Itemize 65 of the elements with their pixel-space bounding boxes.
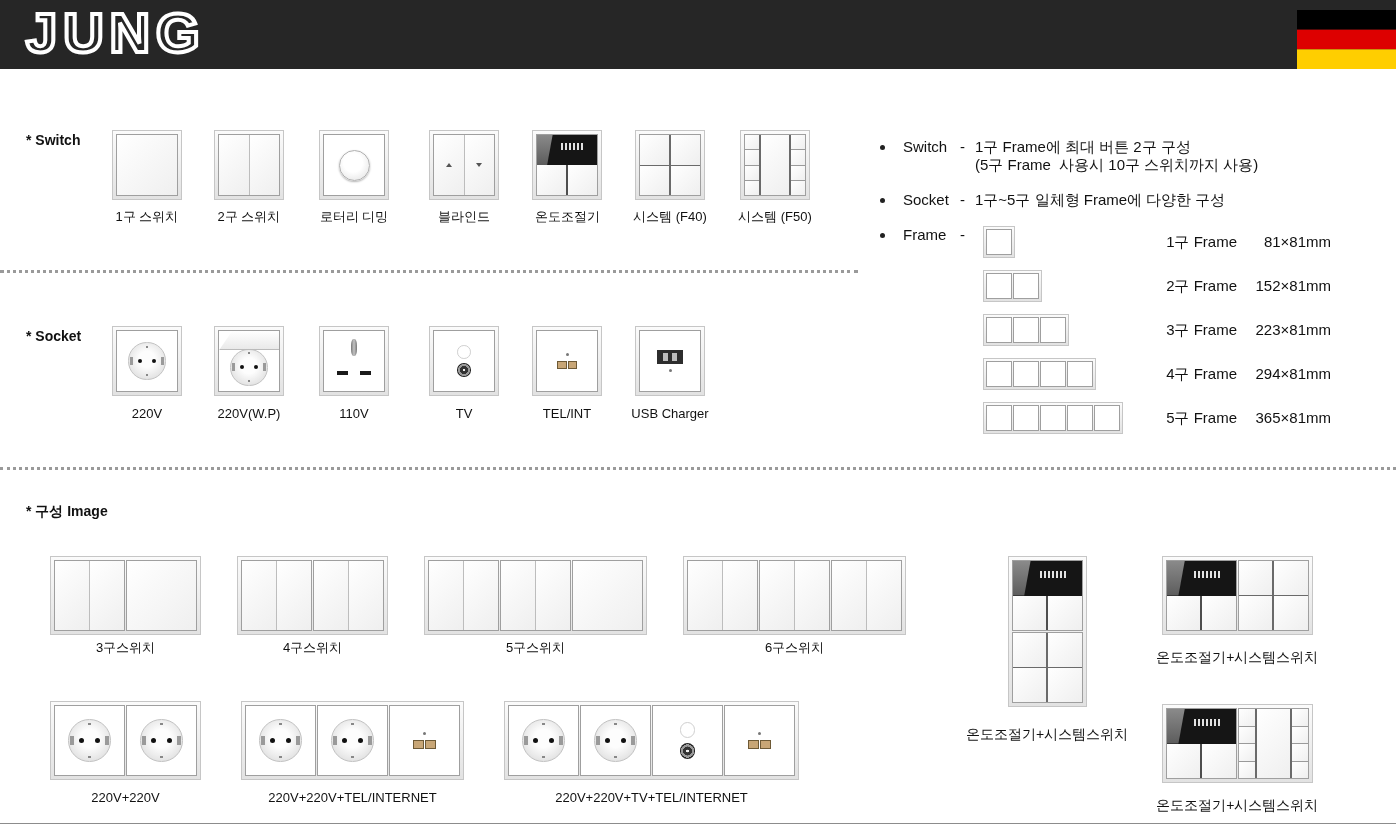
product-label: 220V+220V+TEL/INTERNET — [268, 789, 437, 807]
product-label: 220V+220V — [91, 789, 160, 807]
socket-outlet-drawing — [112, 326, 182, 396]
dash-text: - — [960, 226, 966, 244]
frame-label: 5구 Frame — [1165, 409, 1237, 427]
dash-text: - — [960, 138, 966, 156]
product-label: 1구 스위치 — [115, 208, 179, 226]
product-label: 4구스위치 — [282, 639, 343, 657]
product-label: 2구 스위치 — [217, 208, 281, 226]
bullet-icon — [880, 145, 885, 150]
product-label: 온도조절기+시스템스위치 — [966, 725, 1129, 744]
product-label: 온도조절기+시스템스위치 — [1156, 796, 1319, 815]
spec-term: Switch — [903, 138, 949, 156]
product-label: 220V — [131, 405, 163, 423]
keypad-switch-drawing — [635, 130, 705, 200]
product-label: 로터리 디밍 — [319, 208, 389, 226]
frame-label: 4구 Frame — [1165, 365, 1237, 383]
frame-label: 3구 Frame — [1165, 321, 1237, 339]
product-label: 온도조절기 — [534, 208, 600, 226]
double-switch-drawing — [214, 130, 284, 200]
frame-drawing — [983, 270, 1042, 302]
section-title: * 구성 Image — [26, 502, 108, 521]
frame-size: 81×81mm — [1262, 233, 1331, 251]
covered-socket-drawing — [214, 326, 284, 396]
universal-socket-drawing — [319, 326, 389, 396]
dash-text: - — [960, 191, 966, 209]
network-socket-drawing — [532, 326, 602, 396]
section-title: * Socket — [26, 327, 83, 346]
product-label: TEL/INT — [542, 405, 592, 423]
frame-size: 152×81mm — [1254, 277, 1331, 295]
spec-text: 1구 Frame에 최대 버튼 2구 구성 — [975, 138, 1192, 156]
frame-label: 1구 Frame — [1165, 233, 1237, 251]
product-label: 110V — [339, 405, 369, 423]
keypad-switch-drawing — [740, 130, 810, 200]
bullet-icon — [880, 233, 885, 238]
frame-size: 223×81mm — [1254, 321, 1331, 339]
tv-socket-drawing — [429, 326, 499, 396]
product-label: 220V+220V+TV+TEL/INTERNET — [555, 789, 748, 807]
blind-switch-drawing — [429, 130, 499, 200]
logo: JUNG — [26, 5, 206, 61]
product-label: 3구스위치 — [95, 639, 156, 657]
product-label: 시스템 (F40) — [633, 208, 707, 226]
section-title: * Switch — [26, 131, 82, 150]
spec-text: (5구 Frame 사용시 10구 스위치까지 사용) — [975, 156, 1260, 174]
product-label: 5구스위치 — [505, 639, 566, 657]
spec-term: Socket — [903, 191, 950, 209]
usb-charger-drawing — [635, 326, 705, 396]
product-label: USB Charger — [631, 405, 709, 423]
frame-drawing — [983, 226, 1015, 258]
frame-label: 2구 Frame — [1165, 277, 1237, 295]
product-label: TV — [455, 405, 473, 423]
spec-term: Frame — [903, 226, 948, 244]
product-label: 온도조절기+시스템스위치 — [1156, 648, 1319, 667]
thermostat-drawing — [532, 130, 602, 200]
rotary-dimmer-drawing — [319, 130, 389, 200]
flag-icon — [1297, 10, 1396, 69]
product-label: 220V(W.P) — [217, 405, 281, 423]
product-label: 시스템 (F50) — [738, 208, 812, 226]
frame-size: 365×81mm — [1254, 409, 1331, 427]
light-switch-drawing — [112, 130, 182, 200]
spec-text: 1구~5구 일체형 Frame에 다양한 구성 — [975, 191, 1227, 209]
frame-size: 294×81mm — [1254, 365, 1331, 383]
product-label: 6구스위치 — [764, 639, 825, 657]
bullet-icon — [880, 198, 885, 203]
product-label: 블라인드 — [438, 208, 490, 226]
